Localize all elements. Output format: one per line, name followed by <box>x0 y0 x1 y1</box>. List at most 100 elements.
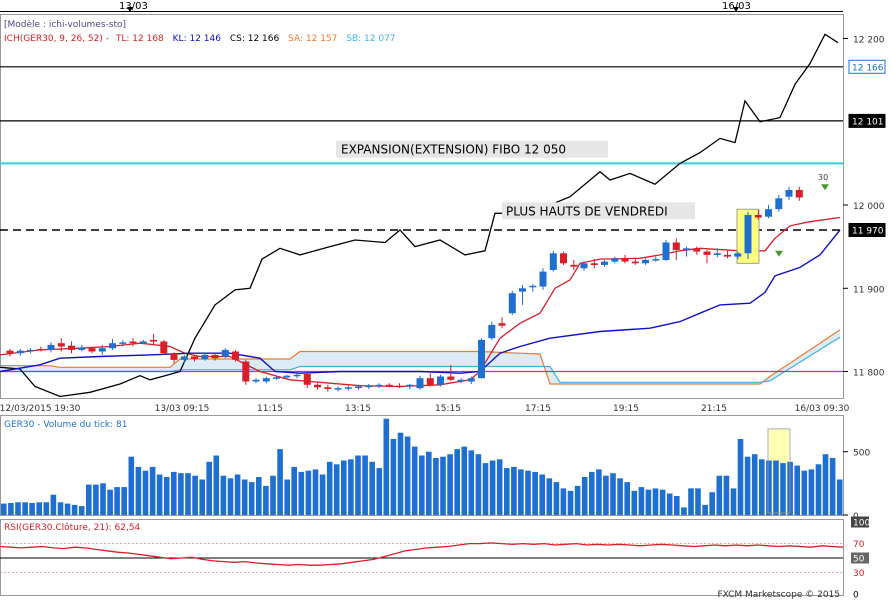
volume-bar <box>681 507 687 515</box>
kijun-value: KL: 12 146 <box>173 34 222 44</box>
volume-bar <box>43 502 50 515</box>
candle-body <box>242 361 250 382</box>
volume-bar <box>1 503 7 515</box>
candle-body <box>57 343 65 347</box>
annotation-text: PLUS HAUTS DE VENDREDI <box>506 204 668 218</box>
volume-bar <box>504 468 510 515</box>
volume-bar <box>135 466 142 515</box>
candle-body <box>160 341 168 354</box>
volume-bar <box>149 466 156 515</box>
candle-body <box>365 385 373 388</box>
volume-bar <box>730 488 737 515</box>
candle-body <box>519 288 526 292</box>
annotation-count: 30 <box>818 173 828 182</box>
volume-bar <box>128 456 135 515</box>
volume-bar <box>581 477 588 515</box>
candle-body <box>375 384 383 387</box>
volume-bar <box>341 460 347 515</box>
volume-bar <box>716 475 723 515</box>
candle-body <box>109 343 116 349</box>
candle-body <box>98 348 106 352</box>
volume-bar <box>546 478 553 515</box>
candle-body <box>529 285 537 288</box>
candle-body <box>68 345 75 350</box>
fibo-annotation: EXPANSION(EXTENSION) FIBO 12 050 <box>336 140 608 158</box>
candle-body <box>119 342 127 344</box>
volume-bar <box>156 474 163 515</box>
volume-bar <box>567 490 574 515</box>
volume-bar <box>822 454 829 515</box>
volume-title: GER30 - Volume du tick: 81 <box>4 420 127 430</box>
top-date-bar: 13/03 16/03 <box>0 1 843 12</box>
candle-body <box>539 271 547 287</box>
time-label: 19:15 <box>613 404 639 414</box>
candle-body <box>549 253 557 270</box>
price-tag: 12 101 <box>848 113 886 128</box>
rsi-tick: 100 <box>851 516 870 529</box>
volume-bar <box>482 463 489 515</box>
candle-body <box>406 384 414 387</box>
candle-body <box>631 261 639 264</box>
tenkan-value: TL: 12 168 <box>115 34 164 44</box>
volume-bar <box>277 449 283 515</box>
candle-body <box>478 339 485 379</box>
candle-body <box>180 356 188 360</box>
volume-bar <box>93 484 99 515</box>
candle <box>549 250 557 272</box>
volume-bar <box>766 460 772 515</box>
volume-bar <box>263 485 269 515</box>
candle-body <box>754 215 762 218</box>
volume-bar <box>362 455 368 515</box>
volume-bar <box>617 478 623 515</box>
volume-bar <box>78 506 85 515</box>
rsi-tick-label: 70 <box>853 540 865 550</box>
rsi-tick-label: 100 <box>853 519 870 529</box>
price-tag-label: 12 166 <box>852 63 884 73</box>
volume-bar <box>57 502 64 515</box>
price-tick-label: 12 200 <box>853 36 885 46</box>
volume-bar <box>525 470 531 515</box>
volume-bar <box>794 465 800 515</box>
volume-bar <box>553 482 560 515</box>
candle-body <box>642 259 649 264</box>
volume-bar <box>163 477 170 515</box>
volume-bar <box>815 464 822 515</box>
volume-bar <box>574 485 581 515</box>
volume-bar <box>348 459 354 515</box>
volume-bar <box>709 492 715 515</box>
candle-body <box>447 376 455 380</box>
volume-bar <box>773 460 779 515</box>
volume-bar <box>723 475 730 515</box>
candle-body <box>416 378 424 389</box>
volume-bar <box>624 482 630 515</box>
candle-body <box>560 253 567 264</box>
volume-bar <box>447 454 453 515</box>
volume-bar <box>659 489 666 515</box>
candle-body <box>37 349 45 351</box>
volume-bar <box>312 469 319 515</box>
volume-bar <box>178 473 184 515</box>
volume-bar <box>71 504 78 515</box>
volume-bar <box>454 449 460 515</box>
candle-body <box>232 351 239 360</box>
time-label: 17:15 <box>525 404 551 414</box>
rsi-tick-label: 0 <box>853 591 859 600</box>
volume-bar <box>631 490 638 515</box>
candle <box>508 290 516 315</box>
candle-body <box>734 253 742 257</box>
candle-body <box>498 323 506 326</box>
candle-body <box>662 242 670 260</box>
friday-highs-annotation: PLUS HAUTS DE VENDREDI <box>502 202 695 220</box>
candle-body <box>713 253 721 255</box>
candle-body <box>437 376 444 385</box>
volume-bar <box>496 459 503 515</box>
candle-body <box>170 353 178 360</box>
volume-bar <box>284 479 290 515</box>
volume-bar <box>397 432 404 515</box>
price-panel <box>0 14 844 399</box>
candle-body <box>191 356 198 359</box>
volume-bar <box>461 446 468 515</box>
volume-bar <box>440 456 446 515</box>
candle-body <box>344 387 352 389</box>
model-label: [Modèle : ichi-volumes-sto] <box>4 19 126 30</box>
